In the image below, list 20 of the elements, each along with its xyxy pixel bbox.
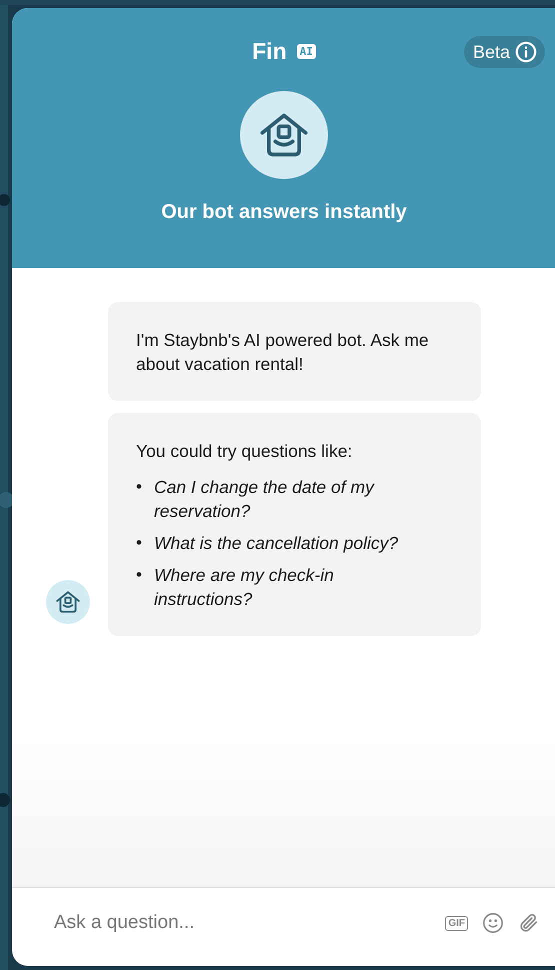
beta-button[interactable]: Beta bbox=[464, 36, 545, 68]
bullet: • bbox=[136, 476, 142, 498]
attach-button[interactable] bbox=[518, 912, 540, 934]
bullet: • bbox=[136, 532, 142, 554]
question-input[interactable]: Ask a question... bbox=[52, 911, 432, 935]
bullet: • bbox=[136, 564, 142, 586]
suggested-question[interactable]: Can I change the date of my reservation? bbox=[154, 475, 424, 523]
suggested-question[interactable]: Where are my check-in instructions? bbox=[154, 563, 424, 611]
info-icon bbox=[515, 41, 537, 63]
smiley-icon bbox=[482, 912, 504, 934]
header-subtitle: Our bot answers instantly bbox=[161, 201, 407, 224]
bot-title: Fin bbox=[252, 38, 287, 65]
gif-button[interactable]: GIF bbox=[445, 916, 468, 930]
ai-badge: AI bbox=[296, 44, 316, 59]
house-icon bbox=[55, 589, 81, 615]
suggested-question[interactable]: What is the cancellation policy? bbox=[154, 531, 398, 555]
emoji-button[interactable] bbox=[482, 912, 504, 934]
paperclip-icon bbox=[518, 912, 540, 934]
message-text: I'm Staybnb's AI powered bot. Ask me about vacation rental! bbox=[136, 329, 430, 376]
message-text: You could try questions like: bbox=[136, 440, 354, 463]
